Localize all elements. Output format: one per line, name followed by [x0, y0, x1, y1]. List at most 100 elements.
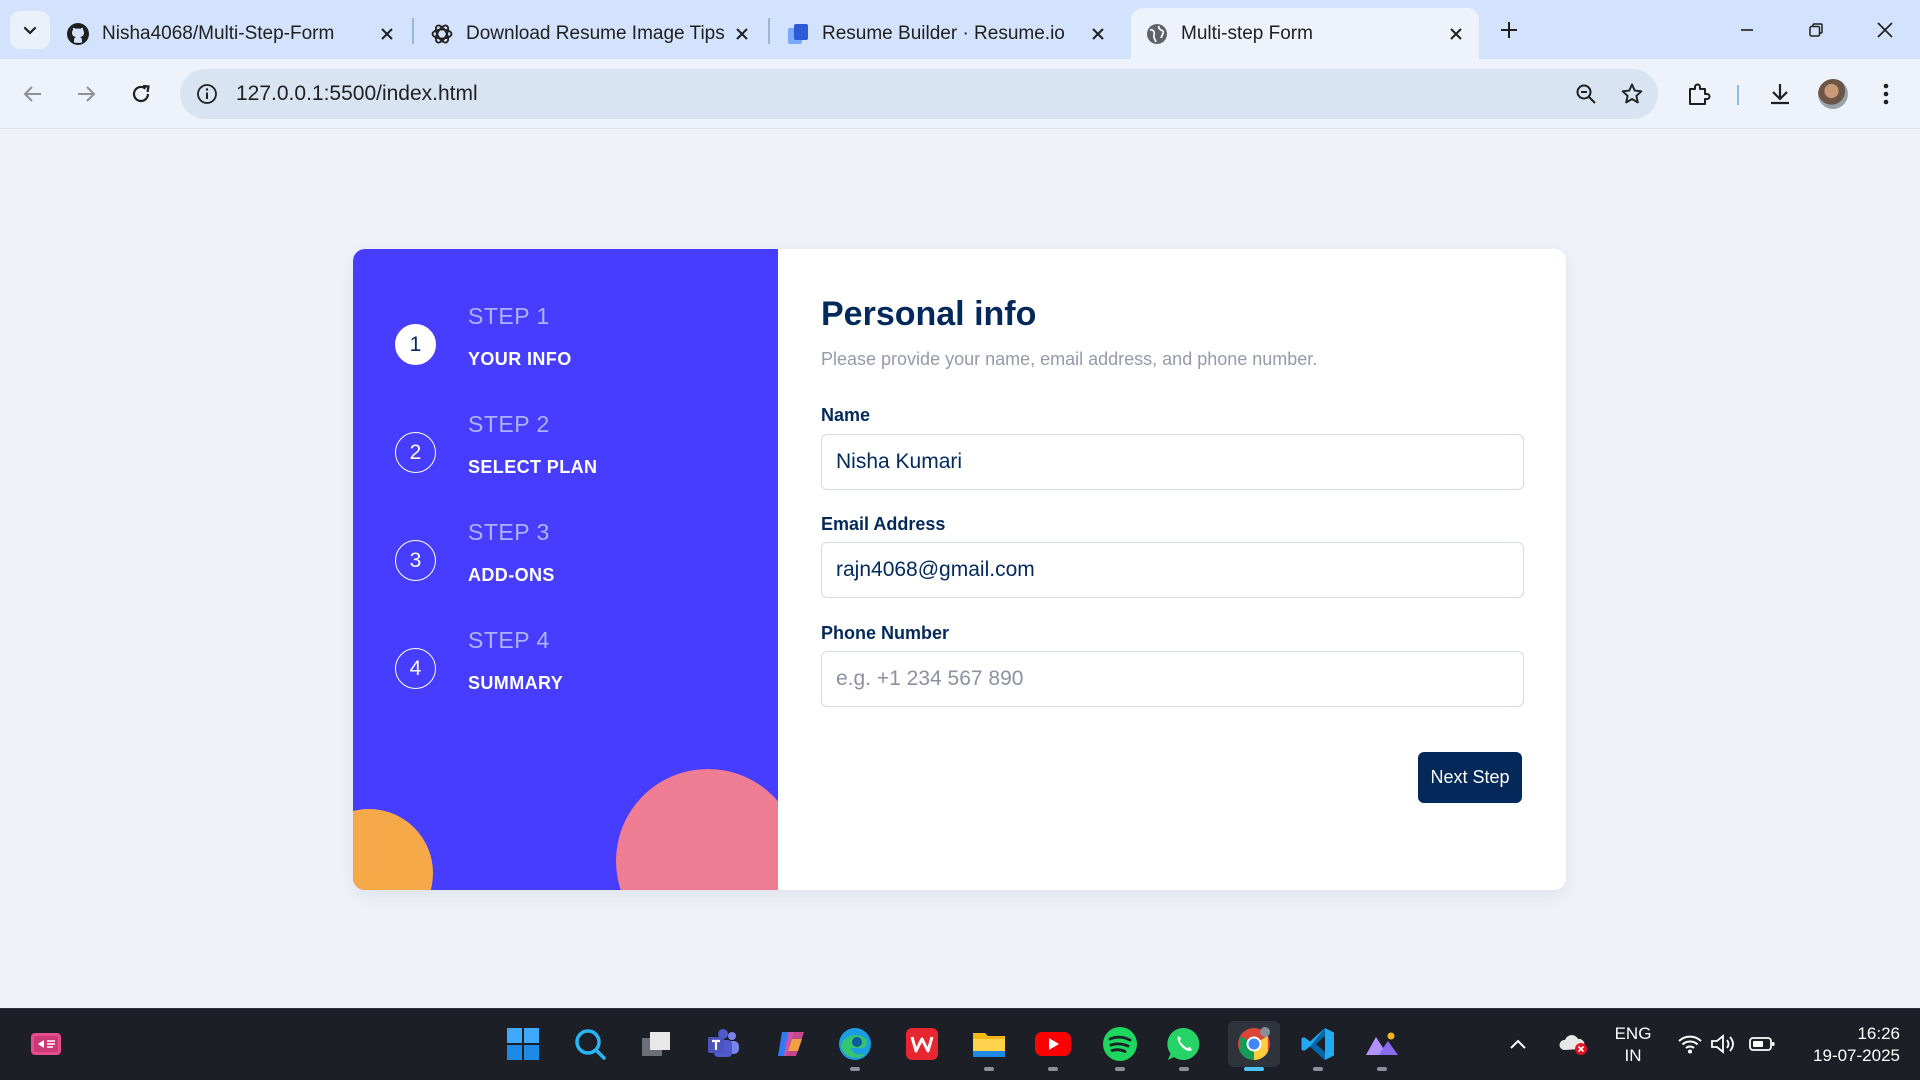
menu-kebab-icon[interactable]: [1868, 76, 1904, 112]
decorative-yellow-circle: [353, 809, 433, 890]
windows-taskbar: ENG IN 16:26 19-07-2025: [0, 1008, 1920, 1080]
running-indicator: [1048, 1067, 1058, 1071]
clock-date: 19-07-2025: [1813, 1046, 1900, 1065]
minimize-button[interactable]: [1724, 12, 1770, 48]
copilot-icon[interactable]: [768, 1021, 814, 1067]
restore-icon: [1809, 23, 1823, 37]
tab-separator: [768, 18, 770, 44]
battery-icon[interactable]: [1742, 1021, 1782, 1067]
close-icon[interactable]: [1443, 21, 1469, 47]
star-icon[interactable]: [1618, 80, 1646, 108]
address-bar[interactable]: 127.0.0.1:5500/index.html: [180, 69, 1658, 119]
onedrive-error-icon[interactable]: [1553, 1021, 1593, 1067]
steps-sidebar: 1 STEP 1 YOUR INFO 2 STEP 2 SELECT PLAN …: [353, 249, 778, 890]
next-step-button[interactable]: Next Step: [1418, 752, 1522, 803]
form-subtitle: Please provide your name, email address,…: [821, 349, 1318, 369]
tab-github[interactable]: Nisha4068/Multi-Step-Form: [66, 8, 400, 59]
language-indicator[interactable]: ENG IN: [1604, 1023, 1662, 1067]
step-2[interactable]: 2 STEP 2 SELECT PLAN: [395, 411, 735, 501]
back-button[interactable]: [14, 75, 52, 113]
step-4[interactable]: 4 STEP 4 SUMMARY: [395, 627, 735, 717]
volume-icon[interactable]: [1704, 1021, 1744, 1067]
name-label: Name: [821, 405, 871, 425]
tab-title: Resume Builder · Resume.io: [822, 22, 1065, 44]
vscode-icon[interactable]: [1295, 1021, 1341, 1071]
restore-button[interactable]: [1793, 12, 1839, 48]
teams-icon[interactable]: [701, 1021, 747, 1067]
step-number: 1: [395, 324, 436, 365]
avatar: [1818, 79, 1848, 109]
minimize-icon: [1741, 29, 1753, 31]
step-title: ADD-ONS: [468, 565, 555, 585]
tab-resume-builder[interactable]: Resume Builder · Resume.io: [786, 8, 1111, 59]
step-kicker: STEP 4: [468, 627, 550, 653]
chrome-icon[interactable]: [1228, 1021, 1280, 1071]
email-label: Email Address: [821, 514, 946, 534]
wps-office-icon[interactable]: [899, 1021, 945, 1067]
tab-multistep-form[interactable]: Multi-step Form: [1131, 8, 1479, 59]
extensions-icon[interactable]: [1681, 76, 1717, 112]
running-indicator: [1115, 1067, 1125, 1071]
forward-button[interactable]: [67, 75, 105, 113]
step-title: SELECT PLAN: [468, 457, 598, 477]
running-indicator: [1377, 1067, 1387, 1071]
language-code: ENG: [1614, 1024, 1652, 1043]
arrow-left-icon: [23, 86, 41, 102]
name-input[interactable]: [821, 434, 1524, 490]
chevron-down-icon: [23, 26, 37, 35]
globe-icon: [1145, 22, 1169, 46]
tab-title: Nisha4068/Multi-Step-Form: [102, 22, 335, 44]
step-3[interactable]: 3 STEP 3 ADD-ONS: [395, 519, 735, 609]
step-title: YOUR INFO: [468, 349, 572, 369]
new-tab-button[interactable]: [1494, 15, 1524, 45]
clock-time: 16:26: [1857, 1024, 1900, 1043]
start-icon[interactable]: [500, 1021, 546, 1067]
photos-icon[interactable]: [1359, 1021, 1405, 1071]
github-icon: [66, 22, 90, 46]
step-kicker: STEP 3: [468, 519, 550, 545]
decorative-pink-circle: [616, 769, 778, 890]
profile-avatar[interactable]: [1815, 76, 1851, 112]
whatsapp-icon[interactable]: [1161, 1021, 1207, 1071]
phone-input[interactable]: [821, 651, 1524, 707]
running-indicator: [850, 1067, 860, 1071]
close-window-button[interactable]: [1862, 12, 1908, 48]
reload-button[interactable]: [122, 75, 160, 113]
spotify-icon[interactable]: [1097, 1021, 1143, 1071]
phone-label: Phone Number: [821, 623, 950, 643]
browser-tab-bar: Nisha4068/Multi-Step-Form Download Resum…: [0, 0, 1920, 59]
close-icon[interactable]: [1085, 21, 1111, 47]
step-1[interactable]: 1 STEP 1 YOUR INFO: [395, 303, 735, 393]
widgets-icon[interactable]: [24, 1021, 70, 1067]
task-view-icon[interactable]: [634, 1021, 680, 1067]
browser-toolbar: 127.0.0.1:5500/index.html: [0, 59, 1920, 129]
running-indicator: [1313, 1067, 1323, 1071]
step-kicker: STEP 1: [468, 303, 550, 329]
tab-resume-tips[interactable]: Download Resume Image Tips: [430, 8, 755, 59]
youtube-icon[interactable]: [1030, 1021, 1076, 1071]
region-code: IN: [1624, 1046, 1642, 1065]
toolbar-divider: [1737, 85, 1739, 105]
reload-icon: [132, 84, 150, 103]
personal-info-form: Personal info Please provide your name, …: [821, 249, 1524, 890]
step-number: 2: [395, 432, 436, 473]
tab-separator: [412, 18, 414, 44]
plus-icon: [1501, 22, 1517, 38]
close-icon[interactable]: [374, 21, 400, 47]
close-icon[interactable]: [729, 21, 755, 47]
search-icon[interactable]: [567, 1021, 613, 1067]
clock[interactable]: 16:26 19-07-2025: [1790, 1023, 1900, 1067]
step-kicker: STEP 2: [468, 411, 550, 437]
multi-step-form-card: 1 STEP 1 YOUR INFO 2 STEP 2 SELECT PLAN …: [353, 249, 1566, 890]
site-info-icon[interactable]: [194, 81, 220, 107]
email-input[interactable]: [821, 542, 1524, 598]
openai-icon: [430, 22, 454, 46]
download-icon[interactable]: [1762, 76, 1798, 112]
form-title: Personal info: [821, 295, 1037, 333]
chevron-up-icon[interactable]: [1503, 1021, 1533, 1067]
edge-icon[interactable]: [832, 1021, 878, 1071]
url-text: 127.0.0.1:5500/index.html: [236, 82, 478, 105]
zoom-icon[interactable]: [1572, 80, 1600, 108]
tab-search-button[interactable]: [10, 11, 50, 49]
file-explorer-icon[interactable]: [966, 1021, 1012, 1071]
